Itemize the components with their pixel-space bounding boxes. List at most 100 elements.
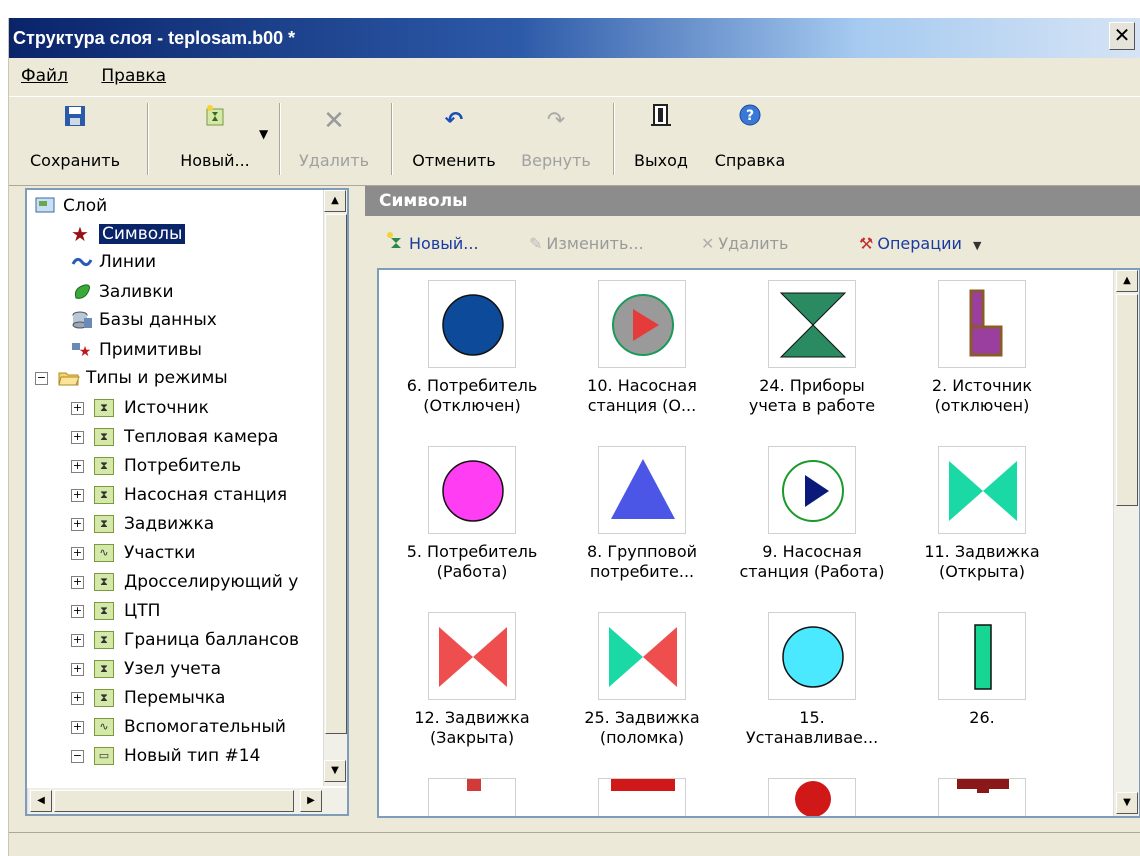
tree-type-label: Тепловая камера [124, 427, 279, 447]
tree-type-label: Вспомогательный [124, 717, 286, 737]
symbols-vertical-scrollbar[interactable]: ▲ ▼ [1113, 270, 1139, 816]
circle-icon [782, 626, 844, 688]
symbol-item[interactable]: 5. Потребитель (Работа) [387, 446, 557, 582]
symbol-item[interactable]: 6. Потребитель (Отключен) [387, 280, 557, 416]
scrollbar-thumb[interactable] [54, 790, 294, 812]
tree-type-item[interactable]: + ⧗ Источник [71, 394, 209, 422]
exit-button[interactable]: Выход [621, 101, 701, 177]
expand-icon[interactable]: + [71, 401, 84, 415]
delete-symbol-button[interactable]: ✕ Удалить [701, 224, 788, 264]
symbol-caption-line2: (Закрыта) [429, 728, 515, 747]
tree-item-primitives[interactable]: ★ Примитивы [71, 336, 202, 364]
tree-type-item[interactable]: + ⧗ Узел учета [71, 655, 221, 683]
tree-type-item[interactable]: + ⧗ Граница баллансов [71, 626, 299, 654]
symbol-item[interactable]: 8. Групповой потребите... [557, 446, 727, 582]
expand-icon[interactable]: + [71, 517, 84, 531]
menu-file[interactable]: Файл [15, 66, 76, 86]
symbol-caption: 6. Потребитель (Отключен) [387, 376, 557, 416]
tree-type-item[interactable]: + ∿ Вспомогательный [71, 713, 286, 741]
edit-symbol-button[interactable]: ✎ Изменить... [529, 224, 644, 264]
symbols-grid: 6. Потребитель (Отключен) 10. Насосная с… [377, 268, 1140, 818]
symbol-type-icon: ⧗ [94, 486, 114, 504]
tree-type-item[interactable]: + ⧗ ЦТП [71, 597, 160, 625]
delete-button[interactable]: ✕ Удалить [289, 101, 379, 177]
expand-icon[interactable]: + [71, 459, 84, 473]
tree-type-item[interactable]: + ⧗ Насосная станция [71, 481, 287, 509]
layer-tree: Слой ★ Символы Линии Заливки Базы данных … [25, 188, 349, 816]
menu-edit[interactable]: Правка [95, 66, 174, 86]
scroll-up-icon[interactable]: ▲ [324, 190, 346, 212]
line-type-icon: ∿ [94, 544, 114, 562]
redo-button[interactable]: ↷ Вернуть [511, 101, 601, 177]
tree-type-item[interactable]: + ⧗ Перемычка [71, 684, 225, 712]
collapse-icon[interactable]: − [35, 371, 48, 385]
tree-type-item[interactable]: + ⧗ Дросселирующий у [71, 568, 298, 596]
delete-x-icon: ✕ [323, 106, 345, 136]
tree-type-item[interactable]: + ⧗ Тепловая камера [71, 423, 278, 451]
symbol-caption: 10. Насосная станция (О... [557, 376, 727, 416]
collapse-icon[interactable]: − [71, 749, 84, 763]
scroll-left-icon[interactable]: ◀ [30, 790, 52, 812]
symbol-caption-line2: станция (Работа) [739, 562, 885, 581]
chevron-down-icon: ▼ [972, 239, 982, 252]
tree-type-label: Перемычка [124, 688, 226, 708]
tree-horizontal-scrollbar[interactable]: ◀ ▶ [27, 788, 347, 814]
expand-icon[interactable]: + [71, 575, 84, 589]
close-button[interactable]: ✕ [1109, 22, 1135, 50]
new-dropdown-arrow-icon[interactable]: ▼ [259, 127, 268, 141]
expand-icon[interactable]: + [71, 662, 84, 676]
symbol-caption: 5. Потребитель (Работа) [387, 542, 557, 582]
symbol-item-partial[interactable] [557, 777, 727, 816]
tree-type-label: Участки [124, 543, 196, 563]
tree-type-label: Граница баллансов [124, 630, 300, 650]
help-button[interactable]: ? Справка [705, 101, 795, 177]
symbol-item[interactable]: 24. Приборы учета в работе [727, 280, 897, 416]
tree-vertical-scrollbar[interactable]: ▲ ▼ [323, 190, 347, 786]
expand-icon[interactable]: + [71, 546, 84, 560]
symbol-item[interactable]: 12. Задвижка (Закрыта) [387, 612, 557, 748]
tree-folder-types[interactable]: − Типы и режимы [35, 364, 228, 392]
toolbar-separator [391, 103, 393, 175]
folder-open-icon [58, 368, 80, 388]
scroll-down-icon[interactable]: ▼ [324, 760, 346, 782]
tree-item-symbols[interactable]: ★ Символы [71, 220, 186, 248]
symbol-preview [938, 777, 1026, 816]
scroll-up-icon[interactable]: ▲ [1116, 270, 1138, 292]
scrollbar-thumb[interactable] [1116, 294, 1138, 506]
tree-root-layer[interactable]: Слой [35, 192, 107, 220]
symbol-item[interactable]: 9. Насосная станция (Работа) [727, 446, 897, 582]
tree-item-databases[interactable]: Базы данных [71, 306, 217, 334]
symbol-item[interactable]: 25. Задвижка (поломка) [557, 612, 727, 748]
symbol-item-partial[interactable] [727, 778, 897, 816]
new-button[interactable]: Новый... [155, 101, 275, 177]
undo-button[interactable]: ↶ Отменить [401, 101, 507, 177]
symbol-item[interactable]: 10. Насосная станция (О... [557, 280, 727, 416]
tree-type-item[interactable]: − ▭ Новый тип #14 [71, 742, 260, 770]
scrollbar-thumb[interactable] [325, 214, 347, 734]
tree-item-fills[interactable]: Заливки [71, 278, 174, 306]
expand-icon[interactable]: + [71, 430, 84, 444]
symbol-item[interactable]: 11. Задвижка (Открыта) [897, 446, 1067, 582]
expand-icon[interactable]: + [71, 604, 84, 618]
symbol-item-partial[interactable] [897, 777, 1067, 816]
expand-icon[interactable]: + [71, 488, 84, 502]
symbol-item-partial[interactable] [387, 777, 557, 816]
operations-menu-button[interactable]: ⚒ Операции ▼ [859, 224, 981, 266]
tree-item-lines[interactable]: Линии [71, 248, 156, 276]
scroll-down-icon[interactable]: ▼ [1116, 792, 1138, 814]
expand-icon[interactable]: + [71, 720, 84, 734]
symbol-item[interactable]: 2. Источник (отключен) [897, 280, 1067, 416]
symbol-item[interactable]: 15. Устанавливае... [727, 612, 897, 748]
expand-icon[interactable]: + [71, 633, 84, 647]
circle-icon [442, 294, 504, 356]
symbol-item[interactable]: 26. [897, 612, 1067, 728]
scroll-right-icon[interactable]: ▶ [300, 790, 322, 812]
tree-type-item[interactable]: + ⧗ Задвижка [71, 510, 214, 538]
expand-icon[interactable]: + [71, 691, 84, 705]
tree-type-label: Задвижка [124, 514, 215, 534]
save-button[interactable]: Сохранить [23, 101, 127, 177]
tree-type-item[interactable]: + ⧗ Потребитель [71, 452, 241, 480]
symbol-caption-line1: 24. Приборы [759, 376, 865, 395]
new-symbol-button[interactable]: Новый... [385, 224, 479, 264]
tree-type-item[interactable]: + ∿ Участки [71, 539, 195, 567]
